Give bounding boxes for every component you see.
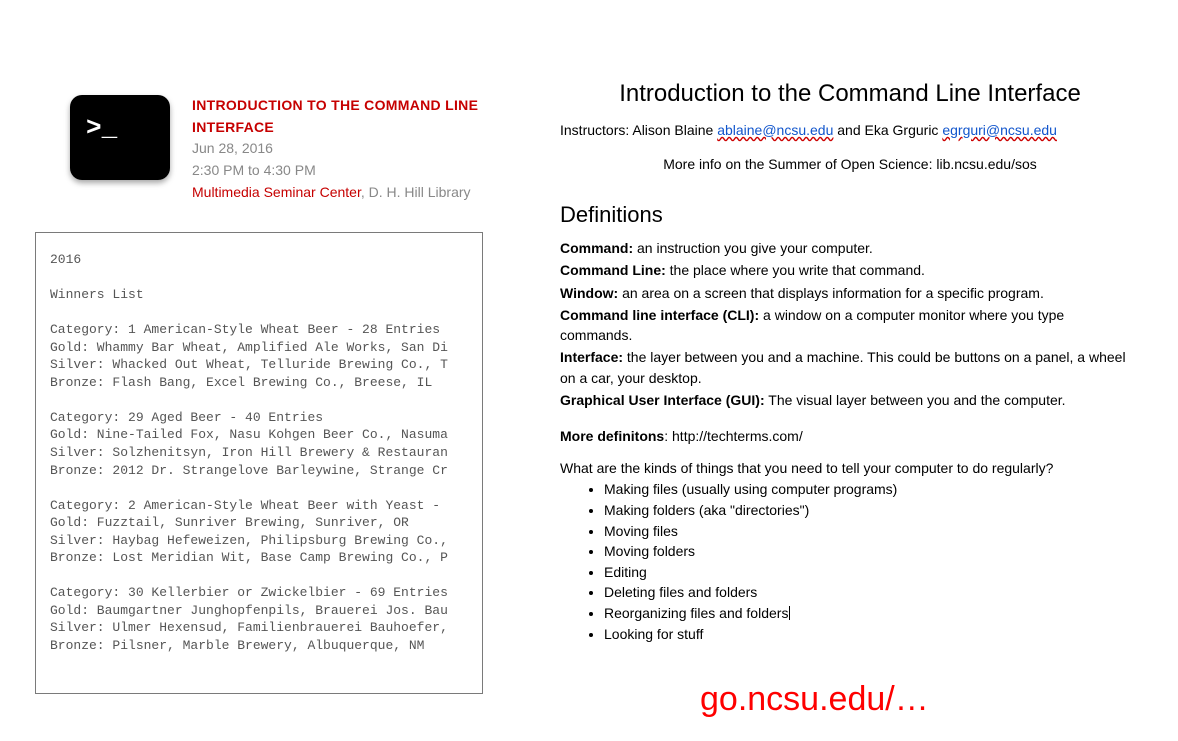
event-card: >_ INTRODUCTION TO THE COMMAND LINE INTE… bbox=[70, 95, 490, 203]
instructors-mid: and Eka Grguric bbox=[837, 122, 942, 138]
task-item: Moving files bbox=[604, 522, 1140, 542]
event-location-rest: , D. H. Hill Library bbox=[361, 184, 471, 200]
definition-term: Command: bbox=[560, 240, 633, 256]
definition-term: Window: bbox=[560, 285, 618, 301]
definition-line: Command line interface (CLI): a window o… bbox=[560, 305, 1140, 346]
tasks-question: What are the kinds of things that you ne… bbox=[560, 460, 1140, 476]
page-root: >_ INTRODUCTION TO THE COMMAND LINE INTE… bbox=[0, 0, 1178, 741]
definition-term: Command Line: bbox=[560, 262, 666, 278]
doc-title: Introduction to the Command Line Interfa… bbox=[560, 80, 1140, 108]
more-definitions-line: More definitons: http://techterms.com/ bbox=[560, 428, 1140, 444]
terminal-icon: >_ bbox=[70, 95, 170, 180]
task-item: Reorganizing files and folders bbox=[604, 604, 1140, 624]
more-definitions-value: : http://techterms.com/ bbox=[664, 428, 803, 444]
definition-line: Command: an instruction you give your co… bbox=[560, 238, 1140, 258]
doc-panel: Introduction to the Command Line Interfa… bbox=[560, 80, 1140, 645]
event-title: INTRODUCTION TO THE COMMAND LINE INTERFA… bbox=[192, 95, 490, 138]
definition-body: The visual layer between you and the com… bbox=[765, 392, 1066, 408]
event-date: Jun 28, 2016 bbox=[192, 138, 490, 160]
instructor-email-2[interactable]: egrguri@ncsu.edu bbox=[942, 122, 1057, 138]
tasks-list: Making files (usually using computer pro… bbox=[560, 480, 1140, 644]
definition-body: the layer between you and a machine. Thi… bbox=[560, 349, 1126, 385]
event-time: 2:30 PM to 4:30 PM bbox=[192, 160, 490, 182]
definition-line: Command Line: the place where you write … bbox=[560, 260, 1140, 280]
instructor-email-1[interactable]: ablaine@ncsu.edu bbox=[717, 122, 833, 138]
task-item: Deleting files and folders bbox=[604, 583, 1140, 603]
definition-term: Interface: bbox=[560, 349, 623, 365]
event-location-link[interactable]: Multimedia Seminar Center bbox=[192, 184, 361, 200]
event-meta: INTRODUCTION TO THE COMMAND LINE INTERFA… bbox=[192, 95, 490, 203]
instructors-line: Instructors: Alison Blaine ablaine@ncsu.… bbox=[560, 122, 1140, 138]
definition-line: Interface: the layer between you and a m… bbox=[560, 347, 1140, 388]
instructors-prefix: Instructors: Alison Blaine bbox=[560, 122, 717, 138]
text-cursor bbox=[789, 606, 790, 620]
big-url: go.ncsu.edu/… bbox=[700, 680, 929, 719]
sample-text-content: 2016 Winners List Category: 1 American-S… bbox=[50, 251, 468, 655]
definition-term: Graphical User Interface (GUI): bbox=[560, 392, 765, 408]
definition-body: an instruction you give your computer. bbox=[633, 240, 873, 256]
more-info-line: More info on the Summer of Open Science:… bbox=[560, 156, 1140, 172]
task-item: Making files (usually using computer pro… bbox=[604, 480, 1140, 500]
sample-text-box: 2016 Winners List Category: 1 American-S… bbox=[35, 232, 483, 694]
definition-line: Window: an area on a screen that display… bbox=[560, 283, 1140, 303]
task-item: Editing bbox=[604, 563, 1140, 583]
task-item: Looking for stuff bbox=[604, 625, 1140, 645]
definition-term: Command line interface (CLI): bbox=[560, 307, 759, 323]
definition-line: Graphical User Interface (GUI): The visu… bbox=[560, 390, 1140, 410]
more-definitions-label: More definitons bbox=[560, 428, 664, 444]
terminal-prompt-glyph: >_ bbox=[86, 113, 117, 143]
event-location: Multimedia Seminar Center, D. H. Hill Li… bbox=[192, 182, 490, 204]
definition-body: an area on a screen that displays inform… bbox=[618, 285, 1044, 301]
definition-body: the place where you write that command. bbox=[666, 262, 925, 278]
definitions-heading: Definitions bbox=[560, 202, 1140, 228]
task-item: Making folders (aka "directories") bbox=[604, 501, 1140, 521]
definitions-list: Command: an instruction you give your co… bbox=[560, 238, 1140, 410]
task-item: Moving folders bbox=[604, 542, 1140, 562]
